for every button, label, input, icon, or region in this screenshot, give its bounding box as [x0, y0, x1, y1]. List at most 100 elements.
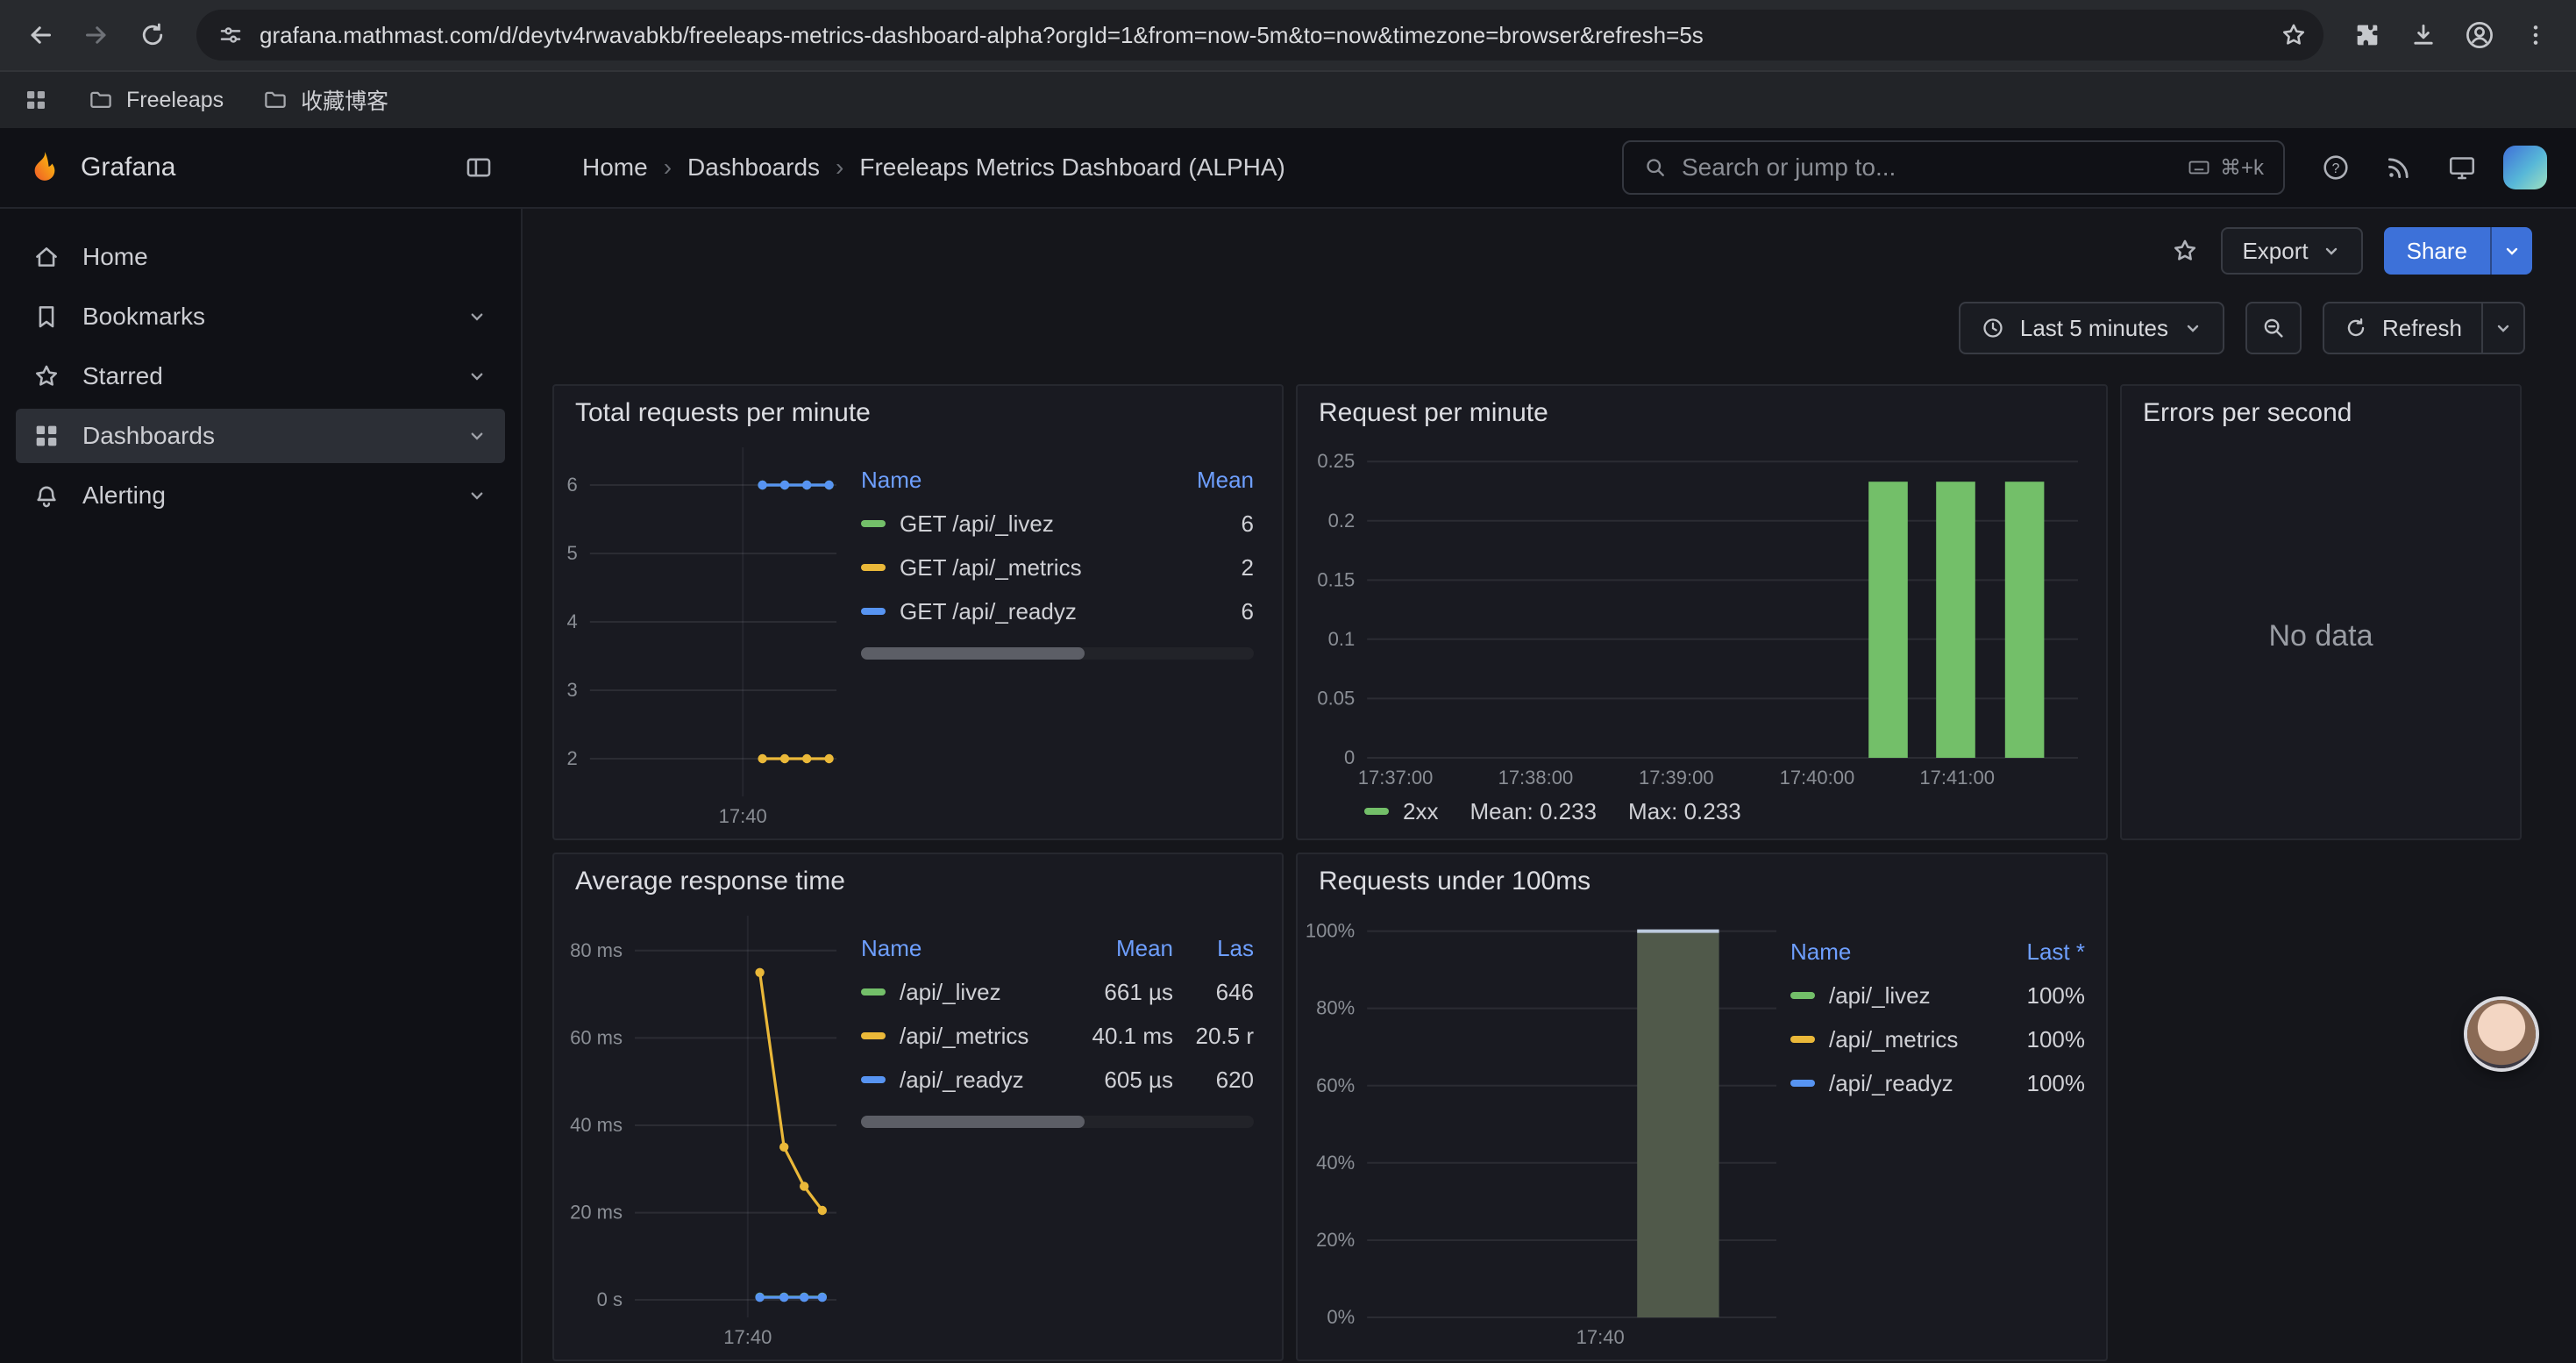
panel-title[interactable]: Total requests per minute	[554, 386, 1282, 433]
time-range-picker[interactable]: Last 5 minutes	[1959, 302, 2224, 354]
series-swatch	[861, 520, 886, 527]
legend-row: /api/_livez 100%	[1790, 974, 2085, 1017]
total-requests-chart[interactable]: 6543217:40	[561, 433, 850, 831]
legend-col-mean[interactable]: Mean	[1064, 935, 1173, 962]
legend-row: GET /api/_readyz 6	[861, 589, 1254, 633]
svg-text:17:40: 17:40	[719, 805, 767, 827]
series-label[interactable]: /api/_metrics	[861, 1023, 1064, 1050]
series-label[interactable]: GET /api/_metrics	[861, 554, 1145, 582]
downloads-icon[interactable]	[2397, 9, 2450, 61]
dashboard-actions: Export Share	[523, 209, 2576, 275]
svg-text:17:37:00: 17:37:00	[1358, 767, 1434, 789]
share-dropdown-icon[interactable]	[2490, 227, 2532, 275]
sidebar-item-dashboards[interactable]: Dashboards	[16, 409, 505, 463]
folder-icon	[262, 87, 288, 113]
scrollbar-thumb[interactable]	[861, 1116, 1085, 1128]
zoom-out-button[interactable]	[2245, 302, 2302, 354]
svg-text:80%: 80%	[1316, 997, 1355, 1019]
menu-kebab-icon[interactable]	[2509, 9, 2562, 61]
sidebar-item-starred[interactable]: Starred	[16, 349, 505, 403]
url-bar[interactable]	[196, 10, 2323, 61]
panel-title[interactable]: Request per minute	[1298, 386, 2106, 433]
panel-total-requests: Total requests per minute 6543217:40 Nam…	[552, 384, 1284, 840]
user-avatar[interactable]	[2499, 141, 2551, 194]
breadcrumb-home[interactable]: Home	[582, 153, 648, 182]
series-label[interactable]: /api/_readyz	[1790, 1070, 1976, 1097]
svg-text:17:39:00: 17:39:00	[1639, 767, 1714, 789]
refresh-interval-dropdown[interactable]	[2481, 303, 2523, 353]
legend-col-mean[interactable]: Mean	[1145, 467, 1254, 494]
export-button[interactable]: Export	[2221, 227, 2362, 275]
forward-icon[interactable]	[70, 9, 123, 61]
legend-scrollbar[interactable]	[861, 1116, 1254, 1128]
legend-col-name[interactable]: Name	[861, 935, 1064, 962]
favorite-star-icon[interactable]	[2170, 236, 2200, 266]
series-label[interactable]: GET /api/_readyz	[861, 598, 1145, 625]
url-input[interactable]	[260, 22, 2252, 49]
sidebar-item-label: Alerting	[82, 482, 166, 510]
bookmark-star-icon[interactable]	[2267, 9, 2320, 61]
bookmark-folder-blog[interactable]: 收藏博客	[262, 84, 388, 116]
floating-assistant-avatar[interactable]	[2467, 1000, 2536, 1068]
monitor-icon[interactable]	[2436, 141, 2488, 194]
sidebar-collapse-icon[interactable]	[452, 141, 505, 194]
grafana-brand[interactable]: Grafana	[26, 149, 175, 186]
svg-text:17:38:00: 17:38:00	[1498, 767, 1574, 789]
share-button[interactable]: Share	[2384, 227, 2532, 275]
help-icon[interactable]: ?	[2309, 141, 2362, 194]
series-label[interactable]: /api/_livez	[861, 979, 1064, 1006]
apps-grid-icon[interactable]	[23, 87, 49, 113]
series-label[interactable]: GET /api/_livez	[861, 510, 1145, 538]
bookmark-label: 收藏博客	[301, 84, 388, 116]
svg-text:0.25: 0.25	[1317, 450, 1355, 472]
legend-row: /api/_metrics 40.1 ms 20.5 r	[861, 1014, 1254, 1058]
legend-col-name[interactable]: Name	[1790, 938, 1976, 966]
legend-scrollbar[interactable]	[861, 647, 1254, 660]
chevron-down-icon[interactable]	[465, 483, 489, 508]
dashboard-main: Export Share Last 5 minutes	[523, 209, 2576, 1363]
chevron-down-icon[interactable]	[465, 424, 489, 448]
series-swatch	[861, 1076, 886, 1083]
series-label[interactable]: 2xx	[1403, 798, 1438, 825]
legend-row: /api/_readyz 100%	[1790, 1061, 2085, 1105]
series-swatch	[1364, 808, 1389, 815]
series-label[interactable]: /api/_metrics	[1790, 1026, 1976, 1053]
extensions-icon[interactable]	[2341, 9, 2394, 61]
sidebar-item-label: Bookmarks	[82, 303, 205, 331]
bookmark-folder-freeleaps[interactable]: Freeleaps	[88, 87, 224, 113]
refresh-button[interactable]: Refresh	[2323, 302, 2525, 354]
panel-title[interactable]: Requests under 100ms	[1298, 854, 2106, 902]
requests-under-100ms-chart[interactable]: 100%80%60%40%20%0%17:40	[1305, 902, 1790, 1352]
scrollbar-thumb[interactable]	[861, 647, 1085, 660]
legend-col-last[interactable]: Last *	[1976, 938, 2085, 966]
sidebar-item-alerting[interactable]: Alerting	[16, 468, 505, 523]
series-label[interactable]: /api/_readyz	[861, 1067, 1064, 1094]
breadcrumb-dashboards[interactable]: Dashboards	[687, 153, 820, 182]
panel-title[interactable]: Errors per second	[2122, 386, 2520, 433]
series-swatch	[1790, 992, 1815, 999]
series-swatch	[1790, 1036, 1815, 1043]
sidebar-item-label: Starred	[82, 362, 163, 390]
panel-title[interactable]: Average response time	[554, 854, 1282, 902]
svg-text:0%: 0%	[1327, 1306, 1355, 1328]
chevron-down-icon[interactable]	[465, 304, 489, 329]
search-input[interactable]	[1682, 153, 2173, 182]
sidebar-item-bookmarks[interactable]: Bookmarks	[16, 289, 505, 344]
chevron-down-icon	[2321, 240, 2342, 261]
svg-text:3: 3	[567, 679, 578, 701]
reload-icon[interactable]	[126, 9, 179, 61]
series-label[interactable]: /api/_livez	[1790, 982, 1976, 1010]
profile-icon[interactable]	[2453, 9, 2506, 61]
search-box[interactable]: ⌘+k	[1622, 140, 2285, 195]
legend-mean: Mean: 0.233	[1469, 798, 1597, 825]
back-icon[interactable]	[14, 9, 67, 61]
legend-col-last[interactable]: Las	[1173, 935, 1254, 962]
requests-per-minute-chart[interactable]: 0.250.20.150.10.05017:37:0017:38:0017:39…	[1305, 433, 2092, 793]
news-rss-icon[interactable]	[2373, 141, 2425, 194]
sidebar-item-home[interactable]: Home	[16, 230, 505, 284]
avg-response-time-chart[interactable]: 80 ms60 ms40 ms20 ms0 s17:40	[561, 902, 850, 1352]
legend-row: GET /api/_metrics 2	[861, 546, 1254, 589]
legend-col-name[interactable]: Name	[861, 467, 1145, 494]
site-settings-icon[interactable]	[217, 22, 244, 48]
chevron-down-icon[interactable]	[465, 364, 489, 389]
